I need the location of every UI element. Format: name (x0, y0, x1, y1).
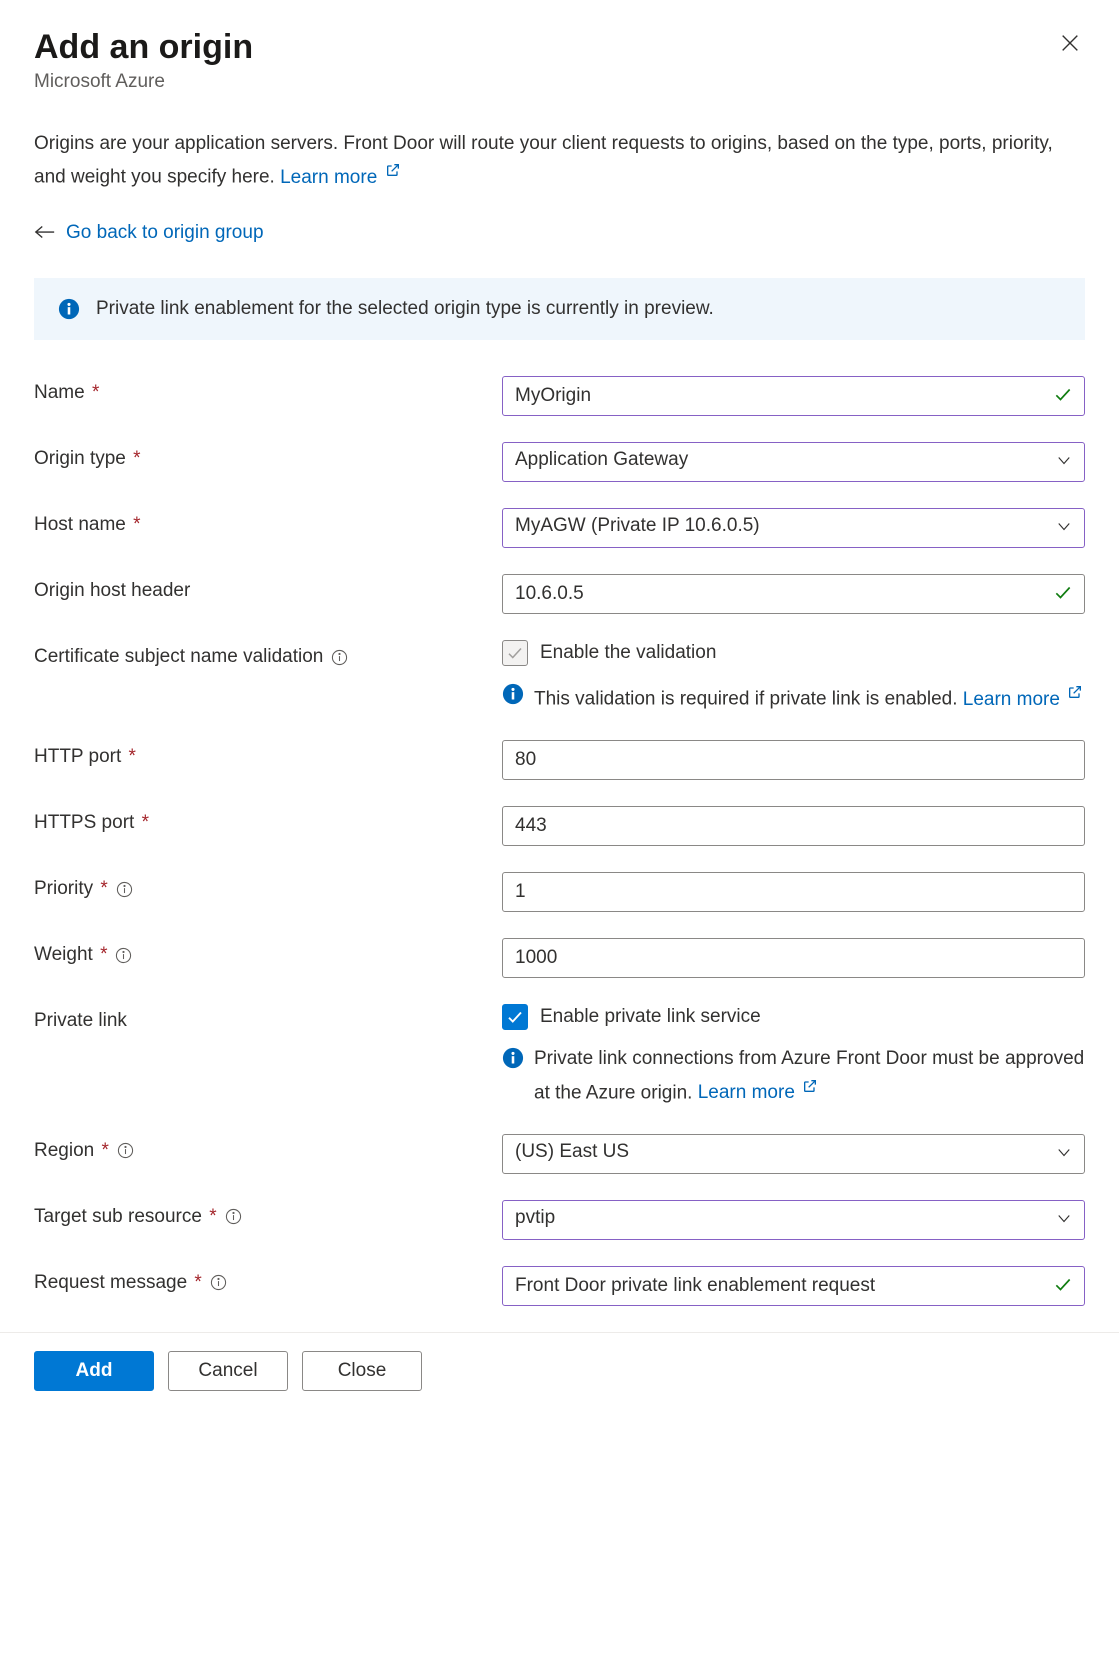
back-link[interactable]: Go back to origin group (66, 222, 264, 244)
info-icon[interactable] (117, 1142, 134, 1159)
http-port-label: HTTP port * (34, 740, 502, 768)
enable-validation-checkbox[interactable] (502, 640, 528, 666)
request-message-label: Request message * (34, 1266, 502, 1294)
validation-info-text: This validation is required if private l… (534, 680, 1083, 714)
host-name-label: Host name * (34, 508, 502, 536)
https-port-input[interactable] (502, 806, 1085, 846)
region-label: Region * (34, 1134, 502, 1162)
enable-private-link-label: Enable private link service (540, 1006, 761, 1028)
page-title: Add an origin (34, 28, 253, 67)
back-arrow-icon (34, 220, 56, 246)
learn-more-link[interactable]: Learn more (963, 689, 1083, 710)
priority-input[interactable] (502, 872, 1085, 912)
origin-host-header-input[interactable] (502, 574, 1085, 614)
banner-text: Private link enablement for the selected… (96, 298, 714, 320)
preview-banner: Private link enablement for the selected… (34, 278, 1085, 340)
close-button[interactable]: Close (302, 1351, 422, 1391)
info-icon[interactable] (115, 947, 132, 964)
page-subtitle: Microsoft Azure (34, 71, 253, 93)
add-button[interactable]: Add (34, 1351, 154, 1391)
enable-validation-label: Enable the validation (540, 642, 716, 664)
origin-type-select[interactable]: Application Gateway (502, 442, 1085, 482)
info-icon (502, 683, 524, 705)
description-text: Origins are your application servers. Fr… (34, 129, 1085, 192)
name-input[interactable] (502, 376, 1085, 416)
info-icon (502, 1047, 524, 1069)
target-sub-resource-label: Target sub resource * (34, 1200, 502, 1228)
private-link-info-text: Private link connections from Azure Fron… (534, 1044, 1085, 1107)
learn-more-link[interactable]: Learn more (698, 1082, 818, 1103)
enable-private-link-checkbox[interactable] (502, 1004, 528, 1030)
external-link-icon (385, 158, 401, 187)
http-port-input[interactable] (502, 740, 1085, 780)
close-icon[interactable] (1055, 28, 1085, 62)
request-message-input[interactable] (502, 1266, 1085, 1306)
external-link-icon (802, 1074, 818, 1103)
info-icon[interactable] (116, 881, 133, 898)
external-link-icon (1067, 680, 1083, 709)
target-sub-resource-select[interactable]: pvtip (502, 1200, 1085, 1240)
learn-more-link[interactable]: Learn more (280, 167, 400, 188)
info-icon[interactable] (210, 1274, 227, 1291)
info-icon (58, 298, 80, 320)
https-port-label: HTTPS port * (34, 806, 502, 834)
weight-label: Weight * (34, 938, 502, 966)
info-icon[interactable] (225, 1208, 242, 1225)
weight-input[interactable] (502, 938, 1085, 978)
cancel-button[interactable]: Cancel (168, 1351, 288, 1391)
info-icon[interactable] (331, 649, 348, 666)
origin-host-header-label: Origin host header (34, 574, 502, 602)
priority-label: Priority * (34, 872, 502, 900)
cert-validation-label: Certificate subject name validation (34, 640, 502, 668)
name-label: Name * (34, 376, 502, 404)
region-select[interactable]: (US) East US (502, 1134, 1085, 1174)
description-body: Origins are your application servers. Fr… (34, 133, 1053, 188)
host-name-select[interactable]: MyAGW (Private IP 10.6.0.5) (502, 508, 1085, 548)
origin-type-label: Origin type * (34, 442, 502, 470)
private-link-label: Private link (34, 1004, 502, 1032)
